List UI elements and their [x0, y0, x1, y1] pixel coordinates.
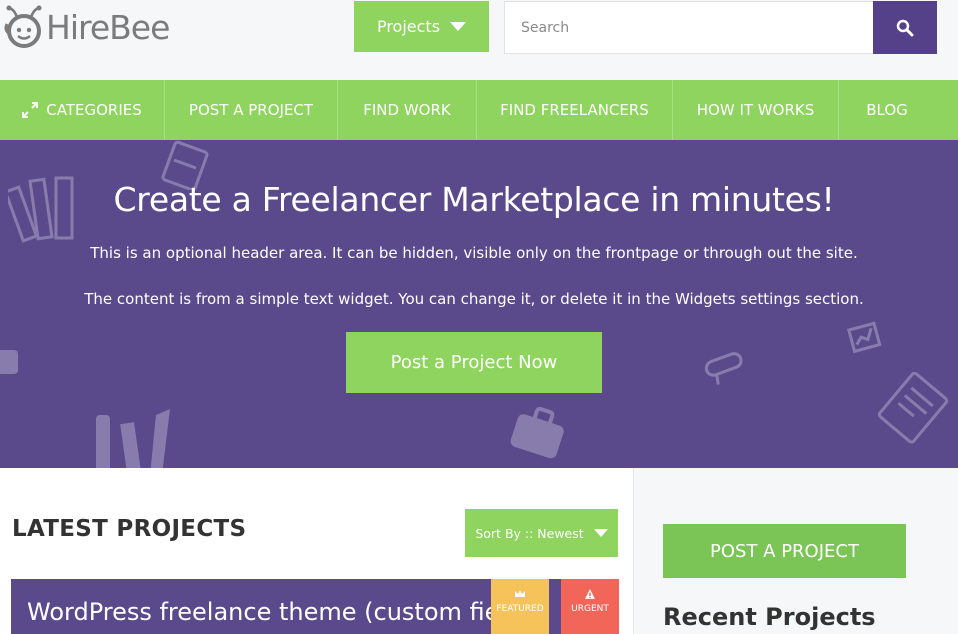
main-content: LATEST PROJECTS Sort By :: Newest WordPr… [0, 468, 634, 634]
chart-board-icon [847, 321, 882, 354]
sidebar: POST A PROJECT Recent Projects [635, 468, 958, 634]
nav-label-post-a-project: POST A PROJECT [188, 101, 314, 119]
sort-dropdown-button[interactable]: Sort By :: Newest [465, 509, 618, 557]
search-button[interactable] [873, 1, 937, 54]
nav-label-find-freelancers: FIND FREELANCERS [500, 101, 649, 119]
bag-icon [0, 350, 18, 374]
diploma-icon [704, 352, 743, 385]
bee-logo-icon [4, 5, 42, 48]
nav-item-find-freelancers[interactable]: FIND FREELANCERS [477, 80, 673, 140]
nav-item-find-work[interactable]: FIND WORK [338, 80, 477, 140]
hero-text-line-1: This is an optional header area. It can … [90, 244, 858, 262]
recent-projects-title: Recent Projects [663, 603, 876, 631]
crown-icon [515, 590, 525, 597]
document-pen-icon [877, 372, 949, 444]
nav-item-blog[interactable]: BLOG [839, 80, 935, 140]
logo[interactable]: HireBee [2, 4, 182, 50]
post-project-now-button[interactable]: Post a Project Now [346, 332, 602, 393]
sort-dropdown-label: Sort By :: Newest [475, 525, 584, 541]
hero-text-line-2: The content is from a simple text widget… [84, 290, 864, 308]
pencils-icon [96, 409, 170, 468]
briefcase-icon [510, 406, 564, 459]
hero-banner: Create a Freelancer Marketplace in minut… [0, 140, 958, 468]
projects-dropdown-button[interactable]: Projects [354, 1, 489, 52]
nav-label-how-it-works: HOW IT WORKS [696, 101, 815, 119]
search-box [504, 1, 874, 54]
sidebar-post-project-button[interactable]: POST A PROJECT [663, 524, 906, 578]
warning-icon [585, 589, 595, 599]
hero-title: Create a Freelancer Marketplace in minut… [113, 180, 835, 219]
urgent-badge-label: URGENT [571, 604, 609, 614]
project-card[interactable]: WordPress freelance theme (custom fields… [11, 579, 619, 634]
logo-text: HireBee [46, 7, 170, 47]
nav-item-how-it-works[interactable]: HOW IT WORKS [673, 80, 839, 140]
featured-badge: FEATURED [491, 579, 549, 634]
nav-label-find-work: FIND WORK [363, 101, 451, 119]
caret-down-icon [450, 22, 467, 31]
projects-dropdown-label: Projects [376, 17, 441, 36]
nav-item-post-a-project[interactable]: POST A PROJECT [165, 80, 338, 140]
nav-label-categories: CATEGORIES [46, 101, 142, 119]
latest-projects-title: LATEST PROJECTS [12, 516, 247, 542]
site-header: HireBee Projects [0, 0, 958, 80]
search-icon [896, 19, 914, 36]
caret-down-icon [593, 529, 608, 537]
nav-label-blog: BLOG [866, 101, 908, 119]
urgent-badge: URGENT [561, 579, 619, 634]
search-input[interactable] [505, 2, 873, 53]
main-nav: CATEGORIES POST A PROJECT FIND WORK FIND… [0, 80, 958, 140]
expand-arrows-icon [22, 102, 39, 118]
nav-item-categories[interactable]: CATEGORIES [0, 80, 165, 140]
project-title[interactable]: WordPress freelance theme (custom fields… [27, 595, 543, 629]
featured-badge-label: FEATURED [496, 604, 544, 614]
